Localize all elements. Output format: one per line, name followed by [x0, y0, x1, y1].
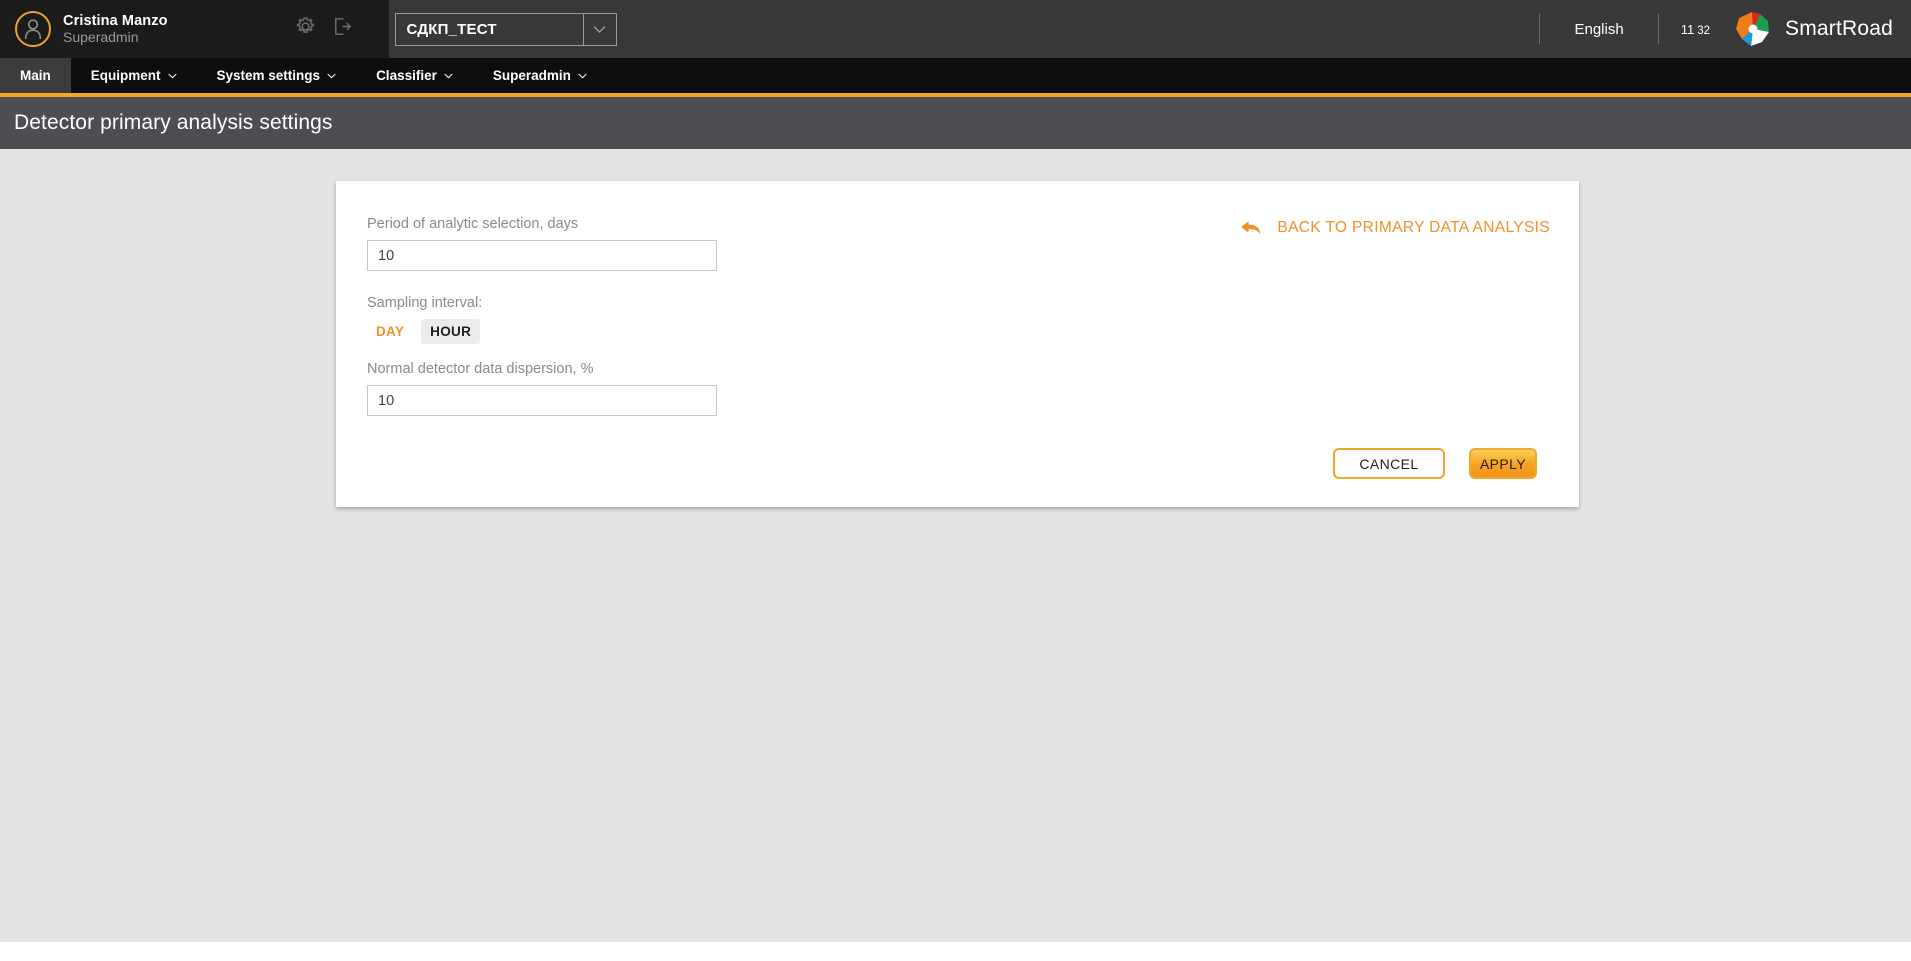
smartroad-pinwheel-logo [1735, 12, 1769, 46]
user-name: Cristina Manzo [63, 12, 168, 29]
page-title-bar: Detector primary analysis settings [0, 97, 1911, 149]
page-bottom-strip [0, 942, 1911, 958]
chevron-down-icon [444, 73, 453, 78]
logout-icon[interactable] [331, 15, 354, 43]
panel-actions: CANCEL APPLY [1333, 448, 1537, 479]
page-content: Period of analytic selection, days Sampl… [0, 149, 1911, 958]
nav-item-main[interactable]: Main [0, 58, 71, 93]
period-field-label: Period of analytic selection, days [367, 216, 579, 232]
sampling-option-hour[interactable]: HOUR [421, 319, 481, 344]
period-input[interactable] [367, 240, 717, 271]
nav-item-equipment[interactable]: Equipment [71, 58, 197, 93]
language-selector[interactable]: English [1540, 21, 1657, 38]
dispersion-field-label: Normal detector data dispersion, % [367, 361, 594, 377]
chevron-down-icon [167, 73, 177, 78]
nav-item-classifier[interactable]: Classifier [356, 58, 473, 93]
project-selector[interactable]: СДКП_ТЕСТ [394, 12, 617, 46]
settings-panel: Period of analytic selection, days Sampl… [336, 181, 1579, 507]
header-icon-group [294, 15, 354, 43]
user-avatar-icon [24, 19, 42, 40]
settings-form: Period of analytic selection, days Sampl… [367, 216, 717, 416]
nav-item-label: Main [20, 68, 51, 83]
nav-item-system-settings[interactable]: System settings [197, 58, 357, 93]
apply-button[interactable]: APPLY [1469, 448, 1537, 479]
clock-hours: 11 [1680, 21, 1695, 37]
sampling-option-day[interactable]: DAY [367, 319, 413, 344]
chevron-down-icon [578, 73, 587, 78]
main-navigation: Main Equipment System settings Classifie… [0, 58, 1911, 93]
brand: SmartRoad [1732, 9, 1911, 49]
project-selector-value: СДКП_ТЕСТ [406, 20, 497, 38]
arrow-back-curved-icon [1241, 221, 1261, 235]
user-role: Superadmin [63, 29, 139, 46]
nav-item-label: Equipment [90, 68, 161, 83]
back-link-label: BACK TO PRIMARY DATA ANALYSIS [1277, 219, 1550, 236]
gear-icon[interactable] [294, 15, 317, 43]
dispersion-input[interactable] [367, 385, 717, 416]
nav-item-label: System settings [216, 68, 321, 83]
nav-item-label: Classifier [376, 68, 437, 83]
sampling-interval-toggle-group: DAY HOUR [367, 319, 717, 344]
nav-item-superadmin[interactable]: Superadmin [473, 58, 607, 93]
user-info: Cristina Manzo Superadmin [63, 13, 168, 46]
sampling-interval-label: Sampling interval: [367, 295, 483, 311]
chevron-down-icon [327, 73, 336, 78]
avatar[interactable] [15, 11, 51, 47]
header-right-group: English 11 32 SmartRoad [1539, 0, 1911, 58]
clock: 11 32 [1659, 22, 1732, 37]
brand-name: SmartRoad [1784, 17, 1893, 40]
nav-item-label: Superadmin [492, 68, 571, 83]
page-title: Detector primary analysis settings [14, 111, 333, 134]
cancel-button[interactable]: CANCEL [1333, 448, 1445, 479]
back-to-primary-data-analysis-link[interactable]: BACK TO PRIMARY DATA ANALYSIS [1239, 218, 1550, 238]
chevron-down-icon[interactable] [582, 13, 616, 45]
clock-minutes: 32 [1697, 24, 1710, 37]
top-header: Cristina Manzo Superadmin СДКП_ТЕСТ Engl… [0, 0, 1911, 58]
